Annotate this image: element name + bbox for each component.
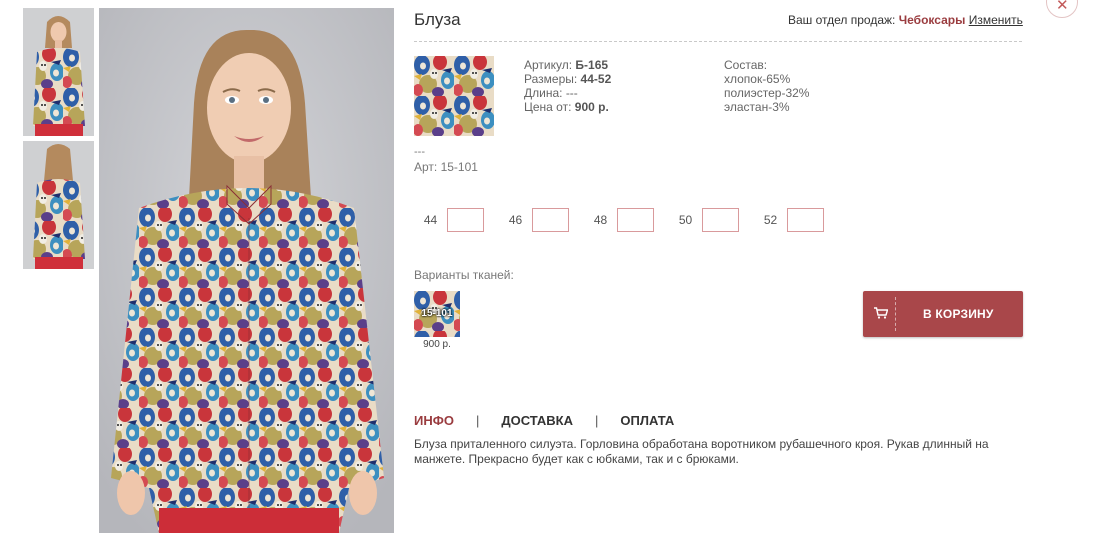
placeholder-dashes: --- bbox=[414, 146, 425, 158]
size-label: 48 bbox=[593, 213, 608, 227]
size-quantity-row: 44 46 48 50 52 bbox=[414, 208, 839, 232]
fabric-swatch bbox=[414, 56, 494, 136]
composition-item: эластан-3% bbox=[724, 100, 790, 114]
close-icon: ✕ bbox=[1056, 0, 1069, 14]
model-photo-image bbox=[99, 8, 394, 533]
model-front-thumbnail-image bbox=[23, 8, 94, 136]
dept-city: Чебоксары bbox=[898, 13, 966, 27]
add-to-cart-button[interactable]: В КОРЗИНУ bbox=[863, 291, 1023, 337]
change-city-link[interactable]: Изменить bbox=[969, 13, 1023, 27]
size-item-46: 46 bbox=[499, 208, 569, 232]
sales-department: Ваш отдел продаж: Чебоксары Изменить bbox=[788, 13, 1023, 27]
fabric-variant-code: 15-101 bbox=[421, 308, 453, 319]
product-title: Блуза bbox=[414, 10, 461, 29]
fabric-variant-item[interactable]: 15-101 900 р. bbox=[414, 291, 460, 350]
quantity-input-50[interactable] bbox=[702, 208, 739, 232]
thumbnail-front[interactable] bbox=[23, 8, 94, 136]
add-to-cart-label: В КОРЗИНУ bbox=[923, 307, 994, 321]
size-item-52: 52 bbox=[754, 208, 824, 232]
spec-price: Цена от: 900 р. bbox=[524, 100, 609, 114]
spec-article: Артикул: Б-165 bbox=[524, 58, 609, 72]
size-item-44: 44 bbox=[414, 208, 484, 232]
size-label: 46 bbox=[508, 213, 523, 227]
thumbnail-back[interactable] bbox=[23, 141, 94, 269]
header-divider bbox=[414, 41, 1022, 42]
model-back-thumbnail-image bbox=[23, 141, 94, 269]
composition-item: хлопок-65% bbox=[724, 72, 791, 86]
length-value: --- bbox=[565, 86, 578, 100]
fabric-swatch-image bbox=[414, 56, 494, 136]
product-main-photo bbox=[99, 8, 394, 533]
size-label: 52 bbox=[763, 213, 778, 227]
spec-sizes: Размеры: 44-52 bbox=[524, 72, 612, 86]
cart-button-divider bbox=[895, 297, 896, 331]
dept-label: Ваш отдел продаж: bbox=[788, 13, 896, 27]
art-number: Арт: 15-101 bbox=[414, 160, 478, 174]
size-item-48: 48 bbox=[584, 208, 654, 232]
size-label: 50 bbox=[678, 213, 693, 227]
tab-separator: | bbox=[475, 413, 480, 428]
cart-icon bbox=[874, 307, 888, 319]
composition-item: полиэстер-32% bbox=[724, 86, 810, 100]
tab-separator: | bbox=[595, 413, 599, 428]
quantity-input-52[interactable] bbox=[787, 208, 824, 232]
tab-delivery[interactable]: ДОСТАВКА bbox=[501, 413, 573, 428]
quantity-input-48[interactable] bbox=[617, 208, 654, 232]
fabric-variant-price: 900 р. bbox=[423, 339, 451, 350]
fabric-variants-heading: Варианты тканей: bbox=[414, 268, 514, 282]
fabric-variant-thumbnail: 15-101 bbox=[414, 291, 460, 337]
tab-payment[interactable]: ОПЛАТА bbox=[620, 413, 674, 428]
sizes-value: 44-52 bbox=[580, 72, 612, 86]
composition-heading: Состав: bbox=[724, 58, 768, 72]
info-tabs: ИНФО | ДОСТАВКА | ОПЛАТА bbox=[414, 413, 674, 428]
product-specs: Артикул: Б-165 Размеры: 44-52 Длина: ---… bbox=[524, 58, 611, 114]
close-button[interactable]: ✕ bbox=[1046, 0, 1078, 18]
price-value: 900 р. bbox=[574, 100, 609, 114]
tab-info[interactable]: ИНФО bbox=[414, 413, 454, 428]
quantity-input-46[interactable] bbox=[532, 208, 569, 232]
composition: Состав: хлопок-65% полиэстер-32% эластан… bbox=[724, 58, 809, 114]
spec-length: Длина: --- bbox=[524, 86, 578, 100]
product-description: Блуза приталенного силуэта. Горловина об… bbox=[414, 437, 989, 466]
quantity-input-44[interactable] bbox=[447, 208, 484, 232]
article-value: Б-165 bbox=[575, 58, 609, 72]
size-item-50: 50 bbox=[669, 208, 739, 232]
size-label: 44 bbox=[423, 213, 438, 227]
